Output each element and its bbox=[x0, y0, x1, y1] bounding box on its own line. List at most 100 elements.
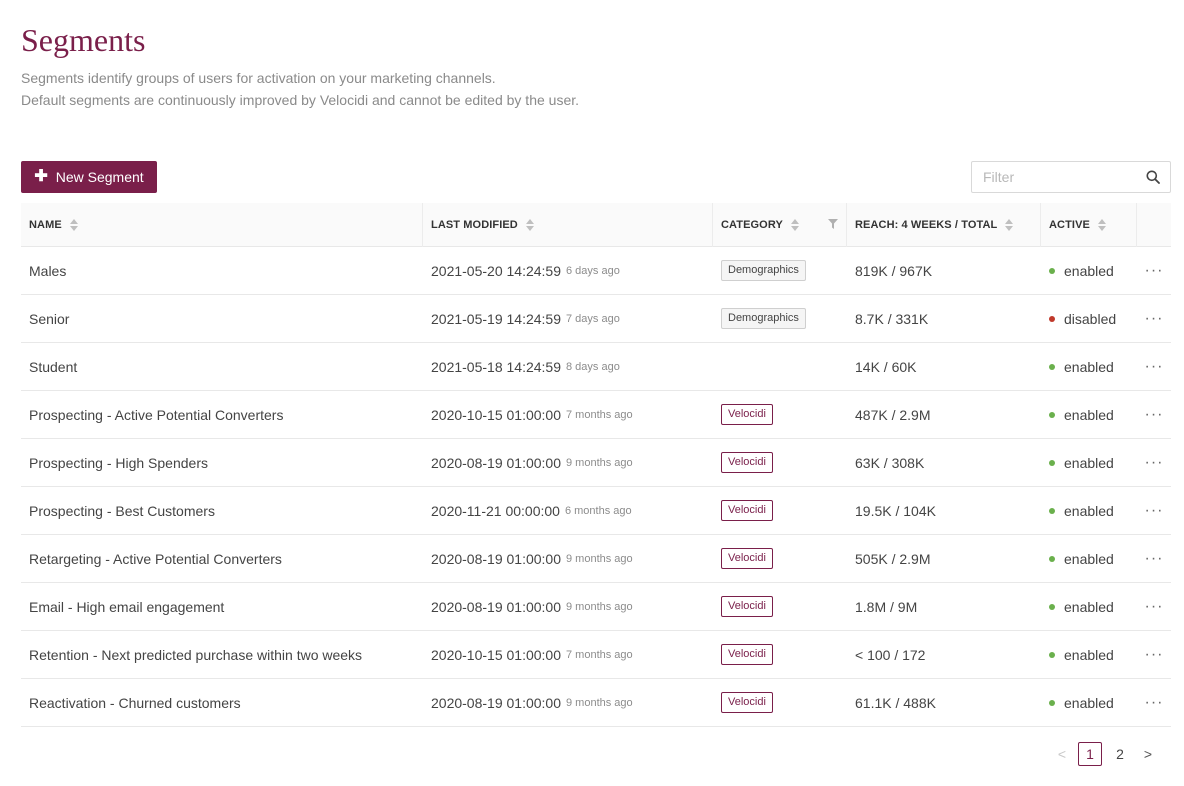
table-row[interactable]: Prospecting - Best Customers 2020-11-21 0… bbox=[21, 487, 1171, 535]
table-row[interactable]: Males 2021-05-20 14:24:59 6 days ago Demogr… bbox=[21, 247, 1171, 295]
new-segment-label: New Segment bbox=[55, 169, 144, 185]
status-label: enabled bbox=[1064, 646, 1114, 663]
table-row[interactable]: Retargeting - Active Potential Converter… bbox=[21, 535, 1171, 583]
last-modified-date: 2020-08-19 01:00:00 bbox=[431, 694, 561, 711]
category-tag[interactable]: Velocidi bbox=[721, 404, 773, 425]
more-actions-icon[interactable]: ··· bbox=[1137, 247, 1171, 294]
search-icon[interactable] bbox=[1146, 170, 1160, 184]
more-actions-icon[interactable]: ··· bbox=[1137, 679, 1171, 726]
category-cell: Velocidi bbox=[713, 631, 773, 678]
last-modified-date: 2020-08-19 01:00:00 bbox=[431, 550, 561, 567]
category-cell: Velocidi bbox=[713, 535, 773, 582]
sort-icon[interactable] bbox=[525, 219, 534, 231]
category-tag[interactable]: Velocidi bbox=[721, 692, 773, 713]
category-tag[interactable]: Velocidi bbox=[721, 452, 773, 473]
more-actions-icon[interactable]: ··· bbox=[1137, 391, 1171, 438]
category-cell: Velocidi bbox=[713, 391, 773, 438]
status-dot-icon bbox=[1049, 603, 1055, 610]
status-label: enabled bbox=[1064, 694, 1114, 711]
reach-value: 8.7K / 331K bbox=[855, 310, 929, 327]
column-header-reach[interactable]: REACH: 4 WEEKS / TOTAL bbox=[847, 203, 1041, 247]
segment-name[interactable]: Email - High email engagement bbox=[21, 583, 224, 630]
more-actions-icon[interactable]: ··· bbox=[1137, 583, 1171, 630]
category-tag[interactable]: Velocidi bbox=[721, 644, 773, 665]
last-modified-cell: 2021-05-18 14:24:59 8 days ago bbox=[423, 343, 620, 390]
page-2-button[interactable]: 2 bbox=[1108, 742, 1132, 766]
table-row[interactable]: Student 2021-05-18 14:24:59 8 days ago 14K … bbox=[21, 343, 1171, 391]
segment-name[interactable]: Males bbox=[21, 247, 66, 294]
page-1-button[interactable]: 1 bbox=[1078, 742, 1102, 766]
reach-value: 63K / 308K bbox=[855, 454, 925, 471]
last-modified-cell: 2020-11-21 00:00:00 6 months ago bbox=[423, 487, 632, 534]
segment-name[interactable]: Prospecting - Best Customers bbox=[21, 487, 215, 534]
prev-page-button[interactable]: < bbox=[1052, 742, 1072, 766]
category-cell: Velocidi bbox=[713, 439, 773, 486]
column-header-active[interactable]: ACTIVE bbox=[1041, 203, 1137, 247]
status-dot-icon bbox=[1049, 651, 1055, 658]
table-row[interactable]: Prospecting - High Spenders 2020-08-19 01… bbox=[21, 439, 1171, 487]
last-modified-relative: 7 months ago bbox=[566, 408, 633, 421]
table-row[interactable]: Retention - Next predicted purchase with… bbox=[21, 631, 1171, 679]
page-description-line-1: Segments identify groups of users for ac… bbox=[21, 70, 496, 86]
segment-name[interactable]: Reactivation - Churned customers bbox=[21, 679, 241, 726]
table-row[interactable]: Senior 2021-05-19 14:24:59 7 days ago Demog… bbox=[21, 295, 1171, 343]
category-tag[interactable]: Demographics bbox=[721, 308, 806, 329]
table-row[interactable]: Reactivation - Churned customers 2020-08-… bbox=[21, 679, 1171, 727]
column-header-name[interactable]: NAME bbox=[21, 203, 423, 247]
status-label: enabled bbox=[1064, 598, 1114, 615]
more-actions-icon[interactable]: ··· bbox=[1137, 439, 1171, 486]
reach-value: 1.8M / 9M bbox=[855, 598, 918, 615]
table-row[interactable]: Email - High email engagement 2020-08-19 … bbox=[21, 583, 1171, 631]
status-label: enabled bbox=[1064, 502, 1114, 519]
next-page-button[interactable]: > bbox=[1138, 742, 1158, 766]
column-header-last-modified[interactable]: LAST MODIFIED bbox=[423, 203, 713, 247]
status-cell: enabled bbox=[1041, 439, 1114, 486]
status-label: disabled bbox=[1064, 310, 1117, 327]
segment-name[interactable]: Prospecting - High Spenders bbox=[21, 439, 208, 486]
new-segment-button[interactable]: ✚ New Segment bbox=[21, 161, 157, 193]
category-tag[interactable]: Velocidi bbox=[721, 548, 773, 569]
more-actions-icon[interactable]: ··· bbox=[1137, 631, 1171, 678]
table-row[interactable]: Prospecting - Active Potential Converter… bbox=[21, 391, 1171, 439]
more-actions-icon[interactable]: ··· bbox=[1137, 343, 1171, 390]
plus-icon: ✚ bbox=[34, 168, 48, 185]
category-tag[interactable]: Velocidi bbox=[721, 596, 773, 617]
last-modified-relative: 7 days ago bbox=[566, 312, 620, 325]
status-label: enabled bbox=[1064, 262, 1114, 279]
more-actions-icon[interactable]: ··· bbox=[1137, 487, 1171, 534]
reach-value: 819K / 967K bbox=[855, 262, 933, 279]
status-cell: enabled bbox=[1041, 343, 1114, 390]
category-cell: Velocidi bbox=[713, 583, 773, 630]
last-modified-cell: 2020-10-15 01:00:00 7 months ago bbox=[423, 631, 633, 678]
sort-icon[interactable] bbox=[1097, 219, 1106, 231]
segment-name[interactable]: Retention - Next predicted purchase with… bbox=[21, 631, 362, 678]
reach-value: 19.5K / 104K bbox=[855, 502, 936, 519]
more-actions-icon[interactable]: ··· bbox=[1137, 295, 1171, 342]
status-label: enabled bbox=[1064, 454, 1114, 471]
column-header-category[interactable]: CATEGORY bbox=[713, 203, 847, 247]
sort-icon[interactable] bbox=[1005, 219, 1014, 231]
more-actions-icon[interactable]: ··· bbox=[1137, 535, 1171, 582]
last-modified-cell: 2021-05-20 14:24:59 6 days ago bbox=[423, 247, 620, 294]
sort-icon[interactable] bbox=[69, 219, 78, 231]
status-cell: enabled bbox=[1041, 247, 1114, 294]
filter-input[interactable] bbox=[972, 162, 1142, 192]
segment-name[interactable]: Student bbox=[21, 343, 77, 390]
category-cell: Velocidi bbox=[713, 487, 773, 534]
column-header-name-label: NAME bbox=[29, 219, 62, 231]
category-cell: Velocidi bbox=[713, 679, 773, 726]
last-modified-cell: 2020-08-19 01:00:00 9 months ago bbox=[423, 679, 633, 726]
reach-value: < 100 / 172 bbox=[855, 646, 926, 663]
category-tag[interactable]: Demographics bbox=[721, 260, 806, 281]
column-header-actions bbox=[1137, 203, 1171, 247]
reach-value: 505K / 2.9M bbox=[855, 550, 931, 567]
column-header-reach-label: REACH: 4 WEEKS / TOTAL bbox=[855, 219, 998, 231]
segment-name[interactable]: Retargeting - Active Potential Converter… bbox=[21, 535, 282, 582]
segment-name[interactable]: Prospecting - Active Potential Converter… bbox=[21, 391, 283, 438]
segment-name[interactable]: Senior bbox=[21, 295, 69, 342]
filter-funnel-icon[interactable] bbox=[828, 219, 838, 229]
category-tag[interactable]: Velocidi bbox=[721, 500, 773, 521]
status-dot-icon bbox=[1049, 411, 1055, 418]
sort-icon[interactable] bbox=[790, 219, 799, 231]
reach-value: 487K / 2.9M bbox=[855, 406, 931, 423]
